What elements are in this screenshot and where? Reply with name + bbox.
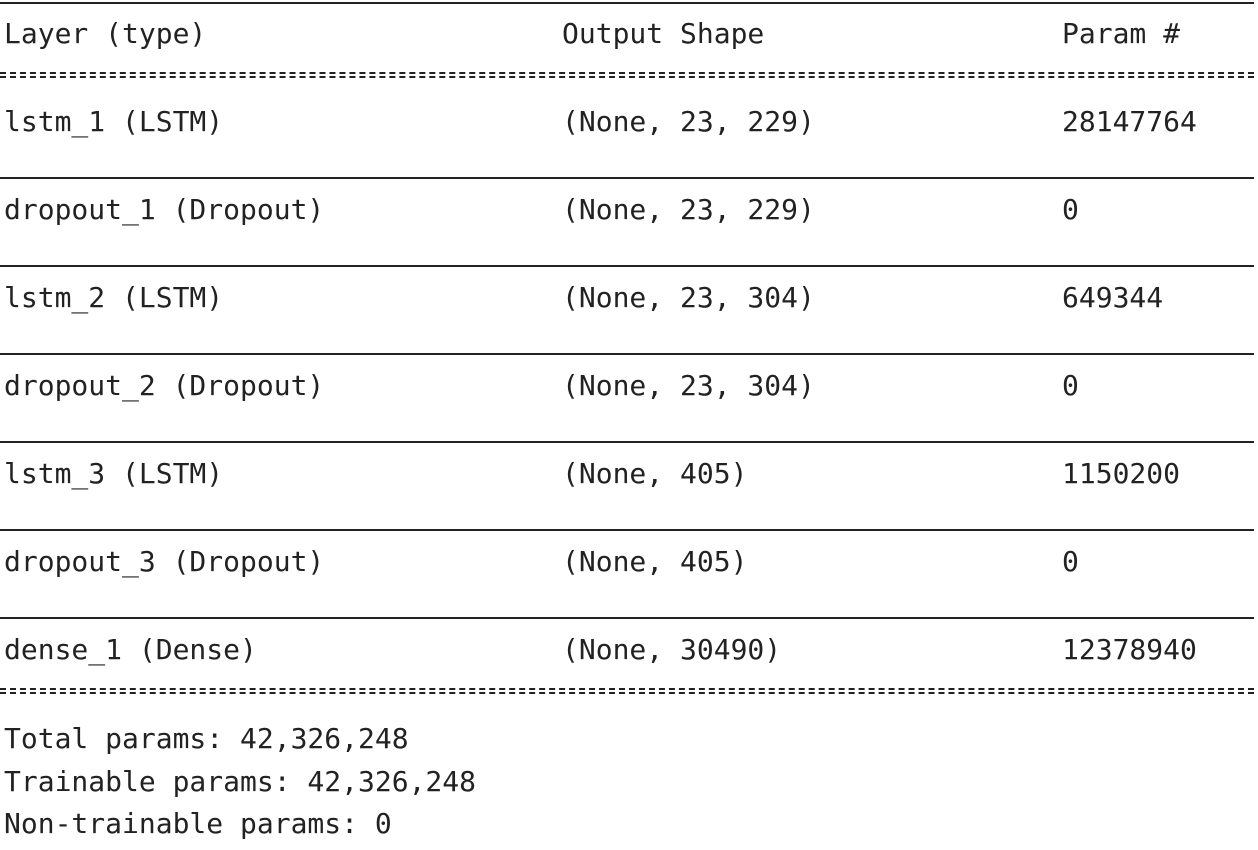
layer-param-count: 0 bbox=[1062, 545, 1079, 578]
row-divider bbox=[0, 265, 1254, 267]
non-trainable-params: Non-trainable params: 0 bbox=[4, 807, 392, 840]
layer-name: dropout_2 (Dropout) bbox=[4, 369, 325, 402]
layer-param-count: 649344 bbox=[1062, 281, 1164, 314]
layer-output-shape: (None, 30490) bbox=[562, 633, 782, 666]
layer-output-shape: (None, 23, 304) bbox=[562, 369, 815, 402]
trainable-params: Trainable params: 42,326,248 bbox=[4, 765, 477, 798]
header-double-divider bbox=[0, 72, 1254, 78]
layer-output-shape: (None, 23, 229) bbox=[562, 193, 815, 226]
layer-name: dropout_3 (Dropout) bbox=[4, 545, 325, 578]
layer-name: lstm_2 (LSTM) bbox=[4, 281, 224, 314]
layer-param-count: 1150200 bbox=[1062, 457, 1181, 490]
total-params: Total params: 42,326,248 bbox=[4, 722, 409, 755]
layer-name: dropout_1 (Dropout) bbox=[4, 193, 325, 226]
row-divider bbox=[0, 617, 1254, 619]
layer-name: lstm_1 (LSTM) bbox=[4, 105, 224, 138]
header-layer-type: Layer (type) bbox=[4, 17, 207, 50]
layer-output-shape: (None, 23, 229) bbox=[562, 105, 815, 138]
layer-name: lstm_3 (LSTM) bbox=[4, 457, 224, 490]
layer-param-count: 0 bbox=[1062, 193, 1079, 226]
layer-param-count: 28147764 bbox=[1062, 105, 1197, 138]
row-divider bbox=[0, 529, 1254, 531]
layer-param-count: 0 bbox=[1062, 369, 1079, 402]
header-param-count: Param # bbox=[1062, 17, 1181, 50]
layer-output-shape: (None, 405) bbox=[562, 545, 748, 578]
top-divider bbox=[0, 2, 1254, 4]
layer-output-shape: (None, 23, 304) bbox=[562, 281, 815, 314]
row-divider bbox=[0, 441, 1254, 443]
row-divider bbox=[0, 353, 1254, 355]
layer-name: dense_1 (Dense) bbox=[4, 633, 257, 666]
layer-output-shape: (None, 405) bbox=[562, 457, 748, 490]
footer-double-divider bbox=[0, 688, 1254, 694]
row-divider bbox=[0, 177, 1254, 179]
layer-param-count: 12378940 bbox=[1062, 633, 1197, 666]
header-output-shape: Output Shape bbox=[562, 17, 765, 50]
model-summary: Layer (type) Output Shape Param # lstm_1… bbox=[0, 0, 1258, 850]
